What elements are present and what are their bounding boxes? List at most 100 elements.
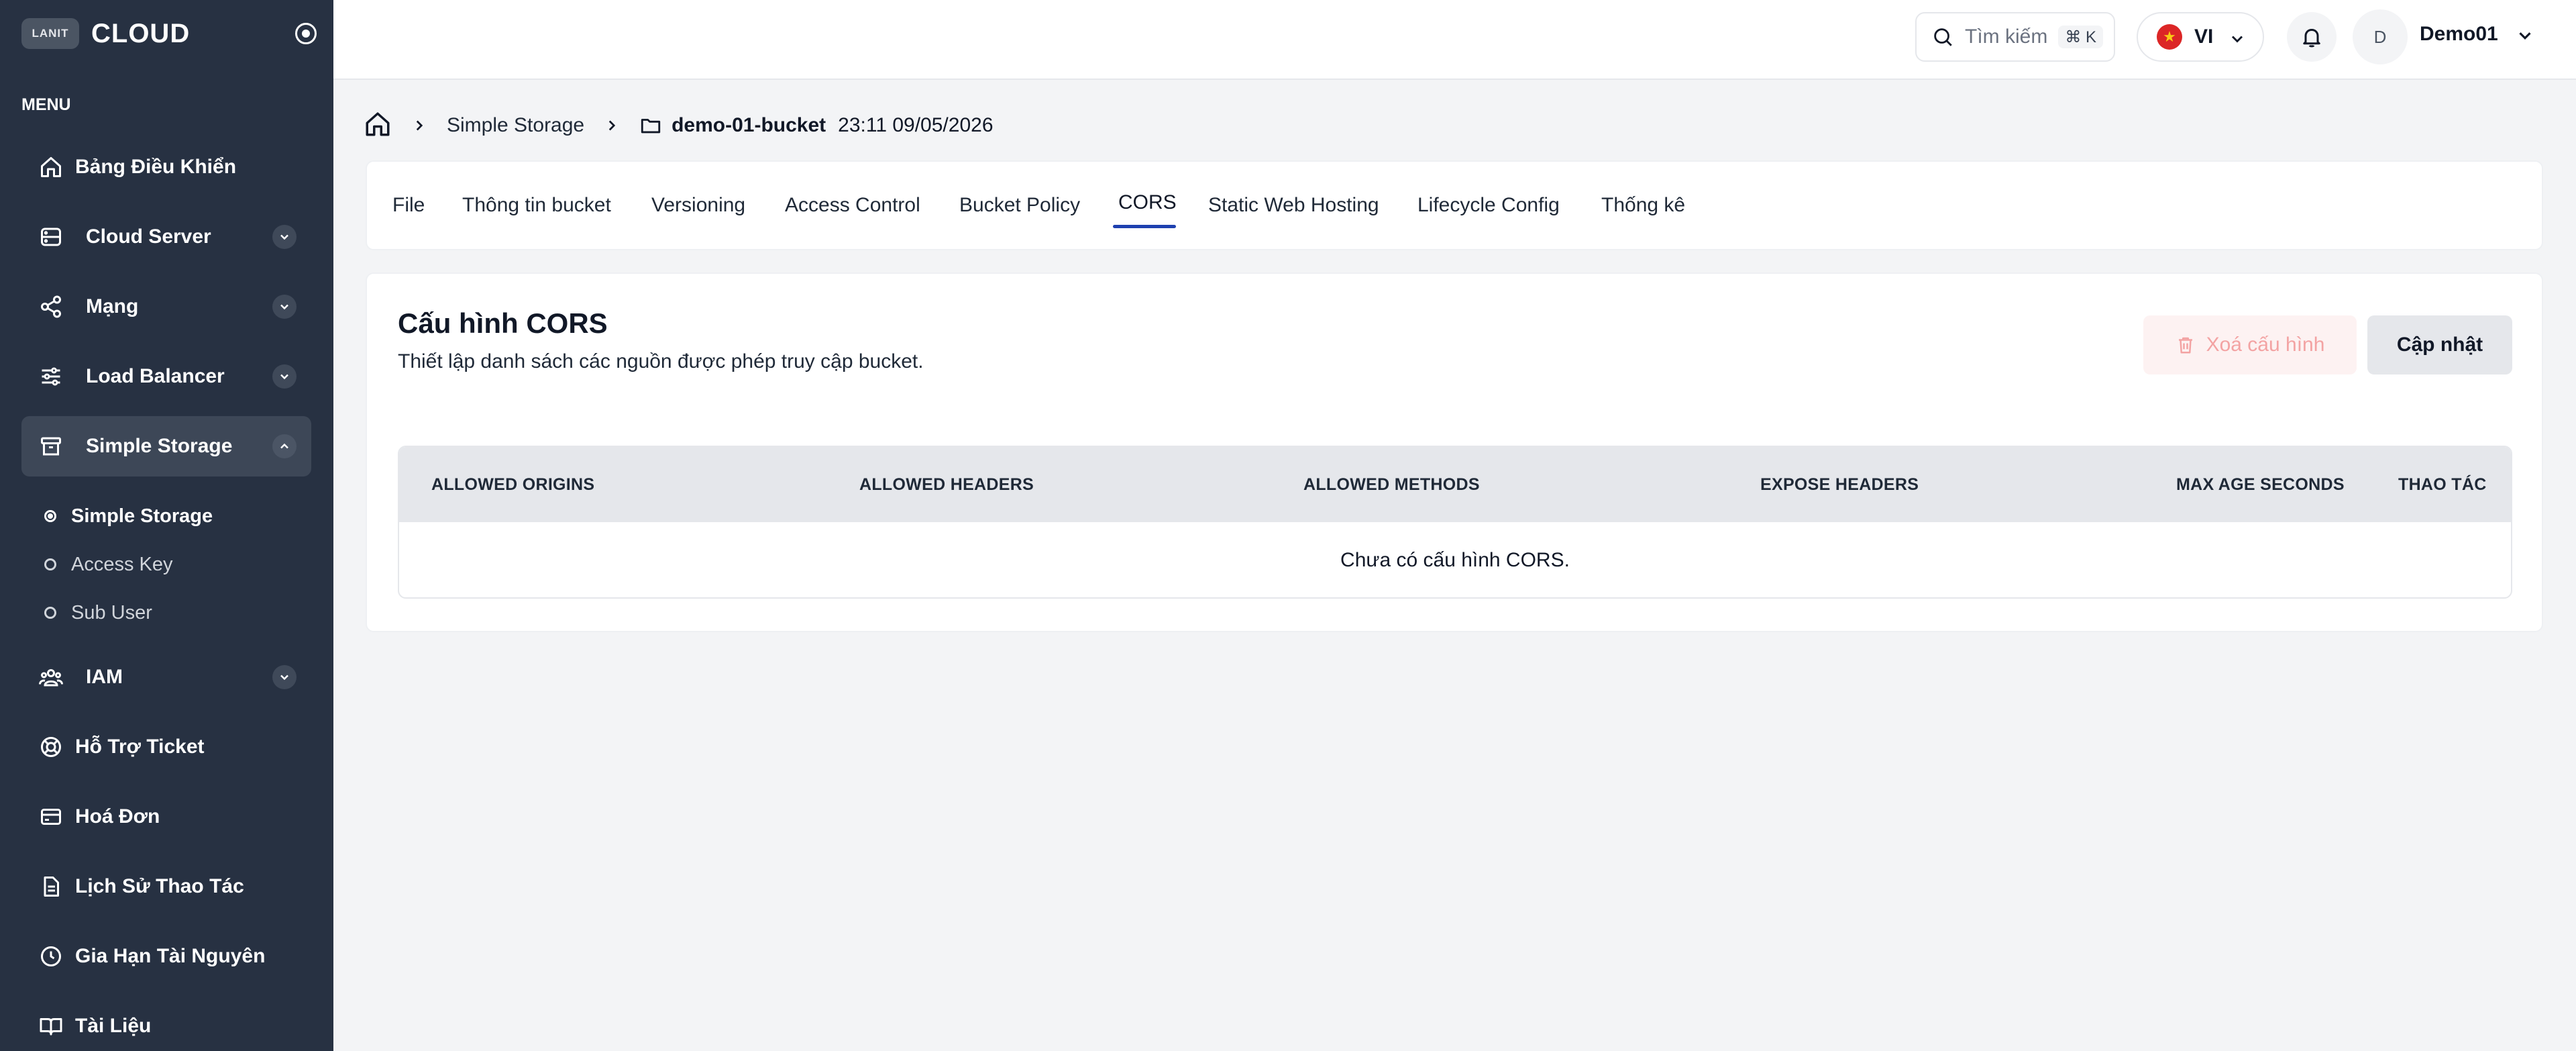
sliders-icon: [38, 363, 64, 390]
breadcrumb: Simple Storage demo-01-bucket 23:11 09/0…: [364, 109, 994, 142]
tab-file[interactable]: File: [392, 194, 425, 217]
logo-badge: LANIT: [21, 18, 79, 49]
server-icon: [38, 223, 64, 250]
sidebar-item-renewal[interactable]: Gia Hạn Tài Nguyên: [21, 926, 311, 987]
menu-label: MENU: [21, 95, 71, 114]
delete-config-label: Xoá cấu hình: [2206, 334, 2325, 356]
chevron-up-icon[interactable]: [272, 434, 297, 458]
sidebar-item-label: Cloud Server: [86, 226, 211, 248]
user-name[interactable]: Demo01: [2420, 23, 2498, 46]
update-button[interactable]: Cập nhật: [2367, 315, 2512, 374]
sidebar-item-support-ticket[interactable]: Hỗ Trợ Ticket: [21, 717, 311, 777]
column-allowed-origins: ALLOWED ORIGINS: [431, 475, 595, 494]
tab-lifecycle-config[interactable]: Lifecycle Config: [1417, 194, 1560, 217]
avatar[interactable]: D: [2353, 9, 2408, 64]
sidebar-item-simple-storage[interactable]: Simple Storage: [21, 416, 311, 477]
search-box[interactable]: Tìm kiếm ⌘ K: [1915, 12, 2115, 62]
sub-item-label: Access Key: [71, 553, 173, 575]
tab-bucket-policy[interactable]: Bucket Policy: [959, 194, 1080, 217]
sub-item-label: Simple Storage: [71, 505, 213, 527]
bucket-tabs: File Thông tin bucket Versioning Access …: [366, 160, 2543, 250]
sub-item-sub-user[interactable]: Sub User: [44, 596, 152, 630]
language-label: VI: [2194, 26, 2214, 48]
sidebar-item-iam[interactable]: IAM: [21, 647, 311, 707]
page-title: Cấu hình CORS: [398, 307, 608, 339]
table-header: ALLOWED ORIGINS ALLOWED HEADERS ALLOWED …: [399, 447, 2511, 522]
breadcrumb-timestamp: 23:11 09/05/2026: [838, 114, 994, 136]
sidebar-item-label: Tài Liệu: [75, 1015, 152, 1037]
sidebar-item-cloud-server[interactable]: Cloud Server: [21, 207, 311, 267]
bullet-icon: [44, 510, 56, 522]
lifebuoy-icon: [38, 734, 64, 760]
sidebar-item-label: Lịch Sử Thao Tác: [75, 875, 244, 897]
top-header: Tìm kiếm ⌘ K ★ VI D Demo01: [333, 0, 2576, 80]
chevron-right-icon: [608, 120, 616, 131]
tab-access-control[interactable]: Access Control: [785, 194, 920, 217]
sidebar-item-label: Mạng: [86, 295, 139, 317]
cors-table: ALLOWED ORIGINS ALLOWED HEADERS ALLOWED …: [398, 446, 2512, 599]
sidebar-item-network[interactable]: Mạng: [21, 277, 311, 337]
home-icon[interactable]: [364, 110, 392, 142]
users-icon: [38, 664, 64, 691]
logo[interactable]: LANIT CLOUD: [21, 17, 317, 50]
sidebar-item-label: Bảng Điều Khiển: [75, 156, 237, 178]
chevron-down-icon[interactable]: [272, 364, 297, 389]
column-max-age-seconds: MAX AGE SECONDS: [2176, 475, 2345, 494]
delete-config-button[interactable]: Xoá cấu hình: [2143, 315, 2357, 374]
tab-cors[interactable]: CORS: [1118, 191, 1177, 214]
column-allowed-headers: ALLOWED HEADERS: [859, 475, 1034, 494]
tab-versioning[interactable]: Versioning: [651, 194, 745, 217]
tab-statistics[interactable]: Thống kê: [1601, 194, 1685, 217]
logo-text: CLOUD: [91, 18, 191, 48]
chevron-down-icon[interactable]: [272, 225, 297, 249]
bullet-icon: [44, 607, 56, 619]
sidebar-item-load-balancer[interactable]: Load Balancer: [21, 346, 311, 407]
sidebar-item-history[interactable]: Lịch Sử Thao Tác: [21, 856, 311, 917]
tab-bucket-info[interactable]: Thông tin bucket: [462, 194, 611, 217]
clock-icon: [38, 943, 64, 970]
folder-icon: [641, 119, 661, 134]
chevron-down-icon: [2231, 36, 2243, 43]
sidebar-item-label: Gia Hạn Tài Nguyên: [75, 945, 266, 967]
bullet-icon: [44, 558, 56, 570]
document-icon: [38, 873, 64, 900]
chevron-down-icon[interactable]: [272, 665, 297, 689]
notification-bell-icon[interactable]: [2287, 12, 2337, 62]
home-icon: [38, 154, 64, 181]
breadcrumb-simple-storage[interactable]: Simple Storage: [447, 114, 584, 137]
sidebar: LANIT CLOUD MENU Bảng Điều Khiển Cloud S…: [0, 0, 333, 1051]
page-subtitle: Thiết lập danh sách các nguồn được phép …: [398, 350, 924, 372]
sidebar-item-dashboard[interactable]: Bảng Điều Khiển: [21, 137, 311, 197]
chevron-down-icon[interactable]: [2515, 26, 2535, 46]
collapse-sidebar-icon[interactable]: [295, 23, 317, 44]
sub-item-access-key[interactable]: Access Key: [44, 548, 173, 581]
search-icon: [1934, 28, 1952, 46]
sub-item-simple-storage[interactable]: Simple Storage: [44, 499, 213, 533]
sidebar-item-docs[interactable]: Tài Liệu: [21, 996, 311, 1051]
column-allowed-methods: ALLOWED METHODS: [1303, 475, 1480, 494]
tab-static-web-hosting[interactable]: Static Web Hosting: [1208, 194, 1379, 217]
empty-state-message: Chưa có cấu hình CORS.: [1340, 549, 1570, 571]
column-expose-headers: EXPOSE HEADERS: [1760, 475, 1919, 494]
sub-item-label: Sub User: [71, 601, 152, 623]
search-shortcut: ⌘ K: [2058, 26, 2103, 48]
active-tab-indicator: [1113, 225, 1176, 228]
trash-icon: [2178, 337, 2192, 354]
sidebar-item-label: Hỗ Trợ Ticket: [75, 736, 205, 758]
sidebar-item-label: Hoá Đơn: [75, 805, 160, 828]
chevron-down-icon[interactable]: [272, 295, 297, 319]
chevron-right-icon: [416, 120, 423, 131]
credit-card-icon: [38, 803, 64, 830]
column-actions: THAO TÁC: [2398, 475, 2487, 494]
book-open-icon: [38, 1013, 64, 1040]
sidebar-item-label: IAM: [86, 666, 123, 688]
archive-icon: [38, 433, 64, 460]
sidebar-item-invoice[interactable]: Hoá Đơn: [21, 787, 311, 847]
search-placeholder: Tìm kiếm: [1965, 26, 2048, 48]
sidebar-item-label: Simple Storage: [86, 435, 233, 457]
language-selector[interactable]: ★ VI: [2137, 12, 2264, 62]
cors-config-card: Cấu hình CORS Thiết lập danh sách các ng…: [366, 272, 2543, 632]
breadcrumb-bucket-name: demo-01-bucket: [672, 114, 826, 136]
sidebar-item-label: Load Balancer: [86, 365, 225, 387]
vietnam-flag-icon: ★: [2157, 24, 2182, 50]
